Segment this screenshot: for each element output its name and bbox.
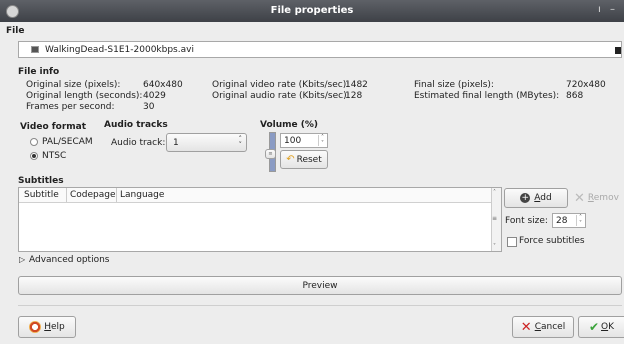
file-section-label: File (6, 26, 25, 36)
reset-button[interactable]: ↶ Reset (280, 150, 328, 169)
expander-arrow-icon[interactable]: ▷ (19, 255, 25, 264)
video-rate-label: Original video rate (Kbits/sec): (212, 80, 350, 90)
preview-label: Preview (302, 280, 338, 291)
column-codepage[interactable]: Codepage (70, 190, 116, 200)
undo-icon: ↶ (286, 154, 295, 165)
preview-button[interactable]: Preview (18, 276, 622, 295)
fps-label: Frames per second: (26, 102, 115, 112)
subtitles-section-label: Subtitles (18, 176, 64, 186)
orig-length-label: Original length (seconds): (26, 91, 143, 101)
subtitle-table[interactable]: Subtitle Codepage Language ˄ ≡ ˅ (18, 187, 502, 252)
add-icon: + (520, 193, 531, 203)
reset-label: Reset (296, 154, 322, 165)
pal-secam-label: PAL/SECAM (42, 137, 93, 147)
video-rate-value: 1482 (345, 80, 368, 90)
cancel-icon: ✕ (520, 319, 532, 335)
file-info-section-label: File info (18, 67, 60, 77)
audio-track-value: 1 (173, 137, 179, 148)
scroll-up-icon[interactable]: ˄ (493, 189, 496, 196)
ntsc-label: NTSC (42, 151, 67, 161)
select-arrows-icon: ˄ ˅ (238, 135, 243, 149)
file-name-field[interactable]: WalkingDead-S1E1-2000kbps.avi (18, 41, 622, 58)
orig-length-value: 4029 (143, 91, 166, 101)
fps-value: 30 (143, 102, 155, 112)
font-size-spinbox[interactable]: 28 ˄ ˅ (552, 213, 586, 228)
final-length-label: Estimated final length (MBytes): (414, 91, 560, 101)
file-icon (31, 46, 39, 53)
ok-label: OK (601, 322, 615, 332)
file-name-text: WalkingDead-S1E1-2000kbps.avi (45, 45, 194, 55)
force-subtitles-label: Force subtitles (519, 236, 585, 246)
cancel-button[interactable]: ✕ Cancel (512, 316, 574, 338)
subtitle-table-header: Subtitle Codepage Language (19, 188, 491, 203)
add-subtitle-button[interactable]: + Add (504, 188, 568, 208)
volume-value: 100 (284, 136, 302, 146)
audio-track-label: Audio track: (111, 138, 166, 148)
audio-track-select[interactable]: 1 ˄ ˅ (166, 133, 247, 152)
window-shade-icon[interactable]: ı (598, 4, 601, 15)
advanced-options-expander[interactable]: Advanced options (29, 255, 109, 265)
volume-slider-handle[interactable]: ≡ (265, 149, 276, 159)
help-button[interactable]: Help (18, 316, 76, 338)
cancel-label: Cancel (534, 322, 566, 332)
audio-rate-label: Original audio rate (Kbits/sec): (212, 91, 350, 101)
scroll-grip-icon[interactable]: ≡ (492, 215, 497, 222)
scroll-down-icon[interactable]: ˅ (493, 243, 496, 250)
orig-size-value: 640x480 (143, 80, 183, 90)
spin-arrows-icon[interactable]: ˄ ˅ (318, 135, 326, 147)
ok-button[interactable]: ✔ OK (578, 316, 624, 338)
font-size-label: Font size: (505, 216, 548, 226)
title-bar[interactable]: File properties ı – (0, 0, 624, 22)
column-language[interactable]: Language (120, 190, 164, 200)
remove-icon: ✕ (574, 190, 585, 206)
ntsc-radio[interactable] (30, 152, 38, 160)
grip-icon: ≡ (268, 151, 273, 157)
video-format-label: Video format (20, 122, 87, 132)
audio-rate-value: 128 (345, 91, 363, 101)
force-subtitles-checkbox[interactable] (507, 237, 517, 247)
subtitle-table-scrollbar[interactable]: ˄ ≡ ˅ (491, 188, 501, 251)
volume-label: Volume (%) (260, 120, 319, 130)
remove-label: Remov (587, 193, 619, 203)
add-label: Add (534, 193, 552, 203)
window-title: File properties (270, 5, 354, 16)
file-open-icon[interactable] (615, 47, 621, 54)
final-size-value: 720x480 (566, 80, 606, 90)
checkmark-icon: ✔ (588, 320, 600, 334)
font-size-value: 28 (556, 216, 568, 226)
separator (18, 305, 622, 306)
remove-subtitle-button[interactable]: ✕ Remov (574, 188, 624, 208)
volume-spinbox[interactable]: 100 ˄ ˅ (280, 133, 328, 148)
final-size-label: Final size (pixels): (414, 80, 494, 90)
orig-size-label: Original size (pixels): (26, 80, 121, 90)
final-length-value: 868 (566, 91, 584, 101)
help-lifebuoy-icon (29, 321, 42, 333)
pal-secam-radio[interactable] (30, 138, 38, 146)
minimize-icon[interactable]: – (610, 4, 615, 15)
column-subtitle[interactable]: Subtitle (24, 190, 59, 200)
spin-arrows-icon[interactable]: ˄ ˅ (576, 215, 584, 227)
help-label: Help (44, 322, 65, 332)
audio-tracks-label: Audio tracks (104, 120, 168, 130)
